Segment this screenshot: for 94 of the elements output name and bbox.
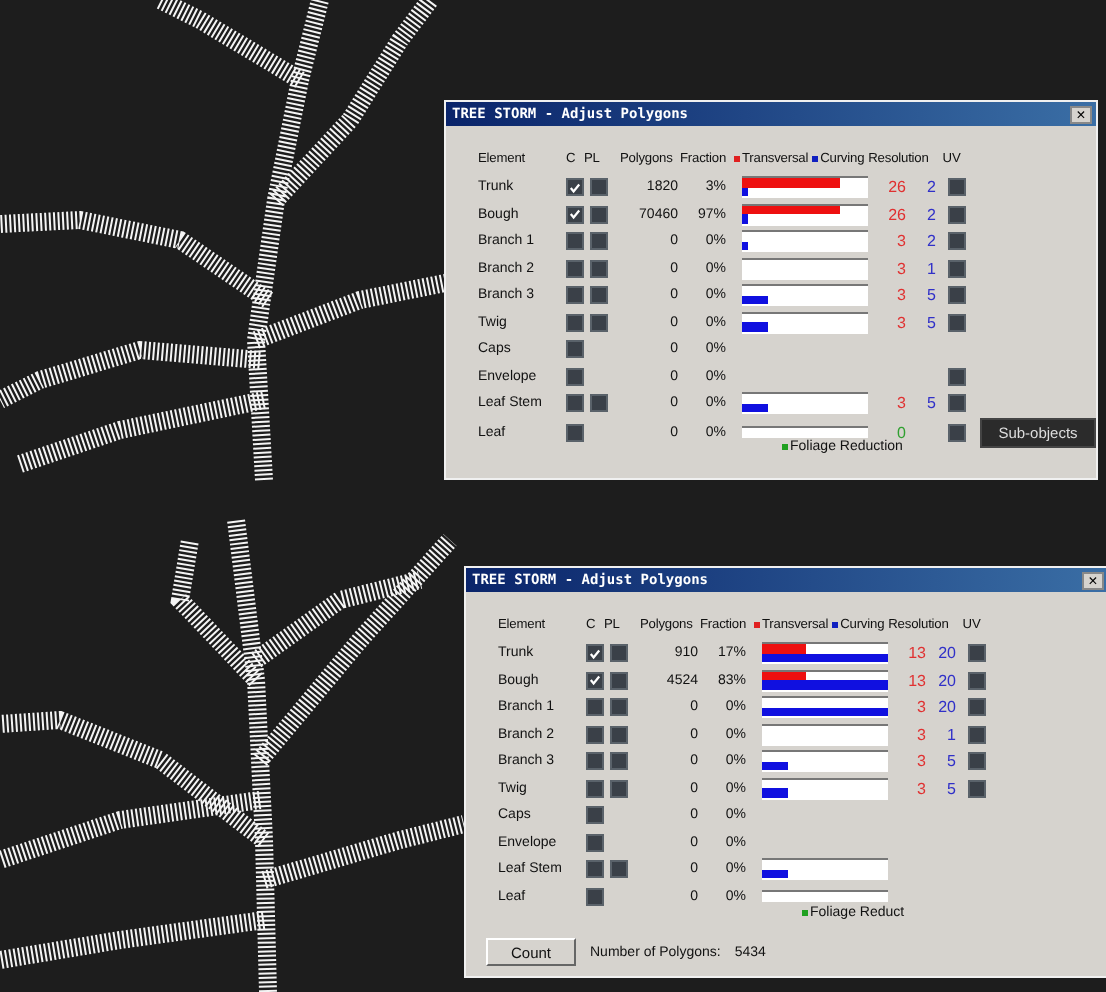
checkbox[interactable] xyxy=(566,178,584,197)
slider-track[interactable] xyxy=(742,203,868,226)
checkbox[interactable] xyxy=(948,259,966,278)
resolution-value: 26 xyxy=(886,178,906,197)
resolution-value: 20 xyxy=(936,671,956,690)
checkbox[interactable] xyxy=(586,887,604,906)
checkbox[interactable] xyxy=(968,752,986,771)
resolution-value: 2 xyxy=(925,178,936,197)
checkbox[interactable] xyxy=(586,806,604,825)
checkbox[interactable] xyxy=(566,286,584,305)
checkbox[interactable] xyxy=(968,671,986,690)
resolution-value: 1 xyxy=(925,259,936,278)
slider-track[interactable] xyxy=(762,669,888,692)
resolution-value: 2 xyxy=(925,232,936,251)
resolution-value: 3 xyxy=(915,698,926,717)
slider-track[interactable] xyxy=(742,392,868,415)
checkbox[interactable] xyxy=(590,259,608,278)
resolution-value: 3 xyxy=(895,259,906,278)
resolution-value: 3 xyxy=(895,286,906,305)
checkbox[interactable] xyxy=(590,205,608,224)
checkbox[interactable] xyxy=(586,725,604,744)
resolution-value: 5 xyxy=(945,752,956,771)
slider-track[interactable] xyxy=(762,642,888,665)
resolution-value: 20 xyxy=(936,698,956,717)
checkbox[interactable] xyxy=(586,698,604,717)
slider-track[interactable] xyxy=(762,777,888,800)
checkbox[interactable] xyxy=(948,394,966,413)
checkbox[interactable] xyxy=(968,725,986,744)
slider-track[interactable] xyxy=(742,230,868,253)
checkbox[interactable] xyxy=(968,644,986,663)
resolution-value: 5 xyxy=(925,313,936,332)
checkbox[interactable] xyxy=(590,313,608,332)
checkbox[interactable] xyxy=(610,752,628,771)
slider-track[interactable] xyxy=(762,858,888,881)
checkbox[interactable] xyxy=(586,671,604,690)
checkbox[interactable] xyxy=(590,232,608,251)
checkbox[interactable] xyxy=(586,779,604,798)
checkbox[interactable] xyxy=(948,367,966,386)
checkbox[interactable] xyxy=(948,178,966,197)
checkbox[interactable] xyxy=(968,779,986,798)
resolution-value: 3 xyxy=(915,725,926,744)
checkbox[interactable] xyxy=(610,671,628,690)
checkbox[interactable] xyxy=(610,860,628,879)
resolution-value: 3 xyxy=(895,394,906,413)
checkbox[interactable] xyxy=(566,232,584,251)
resolution-value: 13 xyxy=(906,644,926,663)
checkbox[interactable] xyxy=(968,698,986,717)
checkbox[interactable] xyxy=(566,340,584,359)
checkbox[interactable] xyxy=(566,367,584,386)
resolution-value: 2 xyxy=(925,205,936,224)
resolution-value: 3 xyxy=(895,313,906,332)
checkbox[interactable] xyxy=(566,205,584,224)
slider-track[interactable] xyxy=(762,750,888,773)
checkbox[interactable] xyxy=(948,205,966,224)
resolution-value: 13 xyxy=(906,671,926,690)
checkbox[interactable] xyxy=(948,286,966,305)
checkbox[interactable] xyxy=(566,394,584,413)
checkbox[interactable] xyxy=(566,259,584,278)
checkbox[interactable] xyxy=(590,286,608,305)
slider-track[interactable] xyxy=(742,311,868,334)
close-button[interactable]: × xyxy=(1082,571,1104,589)
checkbox[interactable] xyxy=(566,313,584,332)
resolution-value: 20 xyxy=(936,644,956,663)
slider-track[interactable] xyxy=(742,426,868,438)
checkbox[interactable] xyxy=(948,423,966,441)
checkbox[interactable] xyxy=(610,644,628,663)
checkbox[interactable] xyxy=(948,232,966,251)
resolution-value: 3 xyxy=(915,779,926,798)
checkbox[interactable] xyxy=(586,644,604,663)
checkbox[interactable] xyxy=(566,423,584,441)
resolution-value: 1 xyxy=(945,725,956,744)
slider-track[interactable] xyxy=(742,176,868,199)
close-button[interactable]: × xyxy=(1070,105,1092,123)
resolution-value: 0 xyxy=(897,423,906,441)
checkbox[interactable] xyxy=(948,313,966,332)
resolution-value: 3 xyxy=(915,752,926,771)
resolution-value: 5 xyxy=(925,394,936,413)
resolution-value: 3 xyxy=(895,232,906,251)
checkbox[interactable] xyxy=(610,698,628,717)
resolution-value: 5 xyxy=(925,286,936,305)
checkbox[interactable] xyxy=(586,860,604,879)
slider-track[interactable] xyxy=(762,890,888,903)
checkbox[interactable] xyxy=(586,833,604,852)
slider-track[interactable] xyxy=(762,696,888,719)
slider-track[interactable] xyxy=(742,257,868,280)
slider-track[interactable] xyxy=(742,284,868,307)
checkbox[interactable] xyxy=(590,178,608,197)
checkbox[interactable] xyxy=(590,394,608,413)
checkbox[interactable] xyxy=(610,779,628,798)
resolution-value: 5 xyxy=(945,779,956,798)
checkbox[interactable] xyxy=(610,725,628,744)
resolution-value: 26 xyxy=(886,205,906,224)
checkbox[interactable] xyxy=(586,752,604,771)
slider-track[interactable] xyxy=(762,723,888,746)
